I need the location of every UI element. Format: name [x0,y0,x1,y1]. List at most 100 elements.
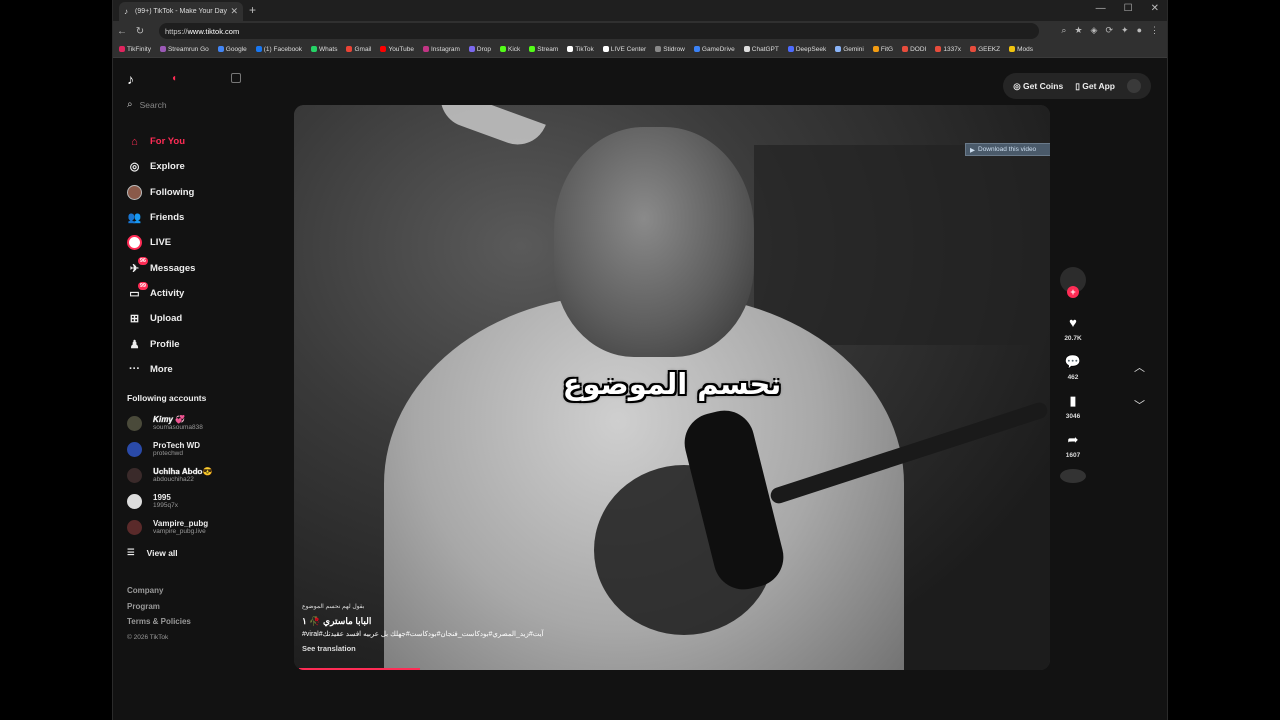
bookmark-label: FitG [880,45,894,53]
profile-avatar-icon[interactable]: ● [1137,25,1142,36]
bookmark-label: DODI [910,45,927,53]
bookmark-item[interactable]: GEEKZ [970,46,1000,53]
user-avatar[interactable] [1127,79,1141,93]
account-handle: abdouchiha22 [153,475,194,483]
new-tab-button[interactable]: + [249,3,256,17]
bookmark-item[interactable]: Stream [529,46,558,53]
bookmark-item[interactable]: Gmail [346,46,371,53]
download-video-button[interactable]: ▶ Download this video [965,143,1050,156]
bookmark-item[interactable]: ChatGPT [743,46,779,53]
sidebar-item-upload[interactable]: ⊞ Upload [127,306,195,331]
following-account[interactable]: 𝐔𝐜𝐡𝐢𝐡𝐚 𝐀𝐛𝐝𝐨😎 abdouchiha22 [127,463,212,489]
bookmark-item[interactable]: Kick [500,46,520,53]
sidebar-item-for-you[interactable]: ⌂ For You [127,129,195,154]
sidebar-item-messages[interactable]: ✈ 96 Messages [127,255,195,280]
download-label: Download this video [978,146,1037,153]
video-progress-bar[interactable] [299,668,420,670]
bookmark-label: Gmail [354,45,372,53]
account-name: 1995 [153,492,171,502]
bookmark-item[interactable]: LIVE Center [602,46,646,53]
reload-icon[interactable]: ↻ [131,26,149,37]
collapse-sidebar-icon[interactable] [231,73,241,83]
minimize-icon[interactable]: — [1096,3,1106,14]
back-icon[interactable]: ← [113,26,131,37]
bookmark-favicon-icon [529,46,536,52]
sidebar-item-label: More [150,363,173,375]
following-account[interactable]: 1995 1995q7x [127,488,212,514]
search-input[interactable]: ⌕ Search [127,99,167,110]
following-account[interactable]: Vampire_pubg vampire_pubg.live [127,514,212,540]
bookmark-item[interactable]: DODI [902,46,926,53]
bookmark-item[interactable]: DeepSeek [787,46,826,53]
bookmark-item[interactable]: Stidrow [655,46,685,53]
bookmark-item[interactable]: FitG [872,45,894,53]
get-coins-button[interactable]: ◎ Get Coins [1013,81,1063,92]
get-app-label: Get App [1082,80,1115,91]
url-prefix: https:// [165,26,188,36]
sidebar-item-label: For You [150,136,186,148]
bookmark-star-icon[interactable]: ★ [1074,25,1082,36]
sidebar-item-friends[interactable]: 👥 Friends [127,205,195,230]
music-disc-icon[interactable] [1060,469,1086,483]
footer-link-terms[interactable]: Terms & Policies [127,614,191,630]
bookmark-item[interactable]: Mods [1009,46,1033,53]
share-button[interactable]: ➦ 1607 [1066,432,1080,459]
like-button[interactable]: ♥ 20.7K [1064,315,1081,342]
list-icon: ☰ [127,547,135,557]
sidebar-item-activity[interactable]: ▭ 99 Activity [127,281,195,306]
bookmark-item[interactable]: Instagram [423,46,460,53]
comment-button[interactable]: 💬 462 [1065,354,1081,381]
bookmark-item[interactable]: TikTok [567,46,594,53]
browser-tab[interactable]: ♪ (99+) TikTok - Make Your Day ✕ [119,2,243,21]
bookmark-item[interactable]: Google [217,46,247,53]
maximize-icon[interactable]: ☐ [1124,3,1133,14]
tiktok-logo-icon[interactable]: ♪ [127,71,143,87]
bookmark-item[interactable]: Drop [468,46,491,53]
follow-plus-icon[interactable]: + [1067,286,1079,298]
creator-avatar[interactable]: + [1060,267,1086,298]
sidebar-item-explore[interactable]: ◎ Explore [127,154,195,179]
video-player[interactable]: نحسم الموضوع ▶ Download this video بقول … [294,105,1050,670]
view-all-button[interactable]: ☰ View all [127,547,178,558]
bookmark-item[interactable]: YouTube [380,46,414,53]
close-tab-icon[interactable]: ✕ [230,6,238,17]
bookmark-item[interactable]: (1) Facebook [255,46,302,53]
sidebar-item-profile[interactable]: ♟ Profile [127,331,195,356]
bookmark-label: GameDrive [701,45,735,53]
sync-icon[interactable]: ⟳ [1105,25,1113,36]
bookmark-favicon-icon [1009,46,1016,52]
following-account[interactable]: ProTech WD protechwd [127,437,212,463]
sidebar-item-live[interactable]: LIVE [127,230,195,255]
video-author[interactable]: البابا ماستري 🥀 ١ [302,614,544,628]
zoom-icon[interactable]: ⌕ [1061,25,1066,36]
see-translation-link[interactable]: See translation [302,642,544,656]
bookmark-item[interactable]: 1337x [935,46,961,53]
video-nav-arrows: ︿ ﹀ [1134,359,1145,413]
bookmark-item[interactable]: TikFinity [119,46,151,53]
bookmark-item[interactable]: Whats [311,46,337,53]
footer-link-company[interactable]: Company [127,583,191,599]
footer-link-program[interactable]: Program [127,599,191,615]
get-app-button[interactable]: ▯ Get App [1075,81,1115,92]
close-window-icon[interactable]: ✕ [1151,3,1159,14]
bookmark-item[interactable]: Streamrun Go [159,46,209,53]
sidebar-item-following[interactable]: Following [127,180,195,205]
bookmark-label: GEEKZ [978,45,1001,53]
sidebar-nav: ⌂ For You ◎ Explore Following 👥 Friends LIVE ✈ 96… [127,129,195,382]
extension-icon[interactable]: ◈ [1091,25,1098,36]
save-button[interactable]: ▮ 3046 [1066,393,1080,420]
following-account[interactable]: 𝑲𝒊𝒎𝒚 💞 soumasouma838 [127,411,212,437]
chevron-down-icon[interactable]: ﹀ [1134,397,1145,413]
sidebar-footer: Company Program Terms & Policies © 2026 … [127,583,191,645]
following-accounts-list: 𝑲𝒊𝒎𝒚 💞 soumasouma838 ProTech WD protechwd 𝐔𝐜… [127,411,212,540]
chevron-up-icon[interactable]: ︿ [1134,359,1145,375]
bookmark-item[interactable]: Gemini [835,46,864,53]
bookmark-favicon-icon [935,46,942,52]
bookmark-label: Whats [319,45,338,53]
bookmark-favicon-icon [835,46,842,52]
bookmark-item[interactable]: GameDrive [693,45,735,53]
address-bar[interactable]: https://www.tiktok.com [159,23,1039,39]
extensions-puzzle-icon[interactable]: ✦ [1121,25,1129,36]
sidebar-item-more[interactable]: ··· More [127,357,195,382]
menu-kebab-icon[interactable]: ⋮ [1150,25,1159,36]
